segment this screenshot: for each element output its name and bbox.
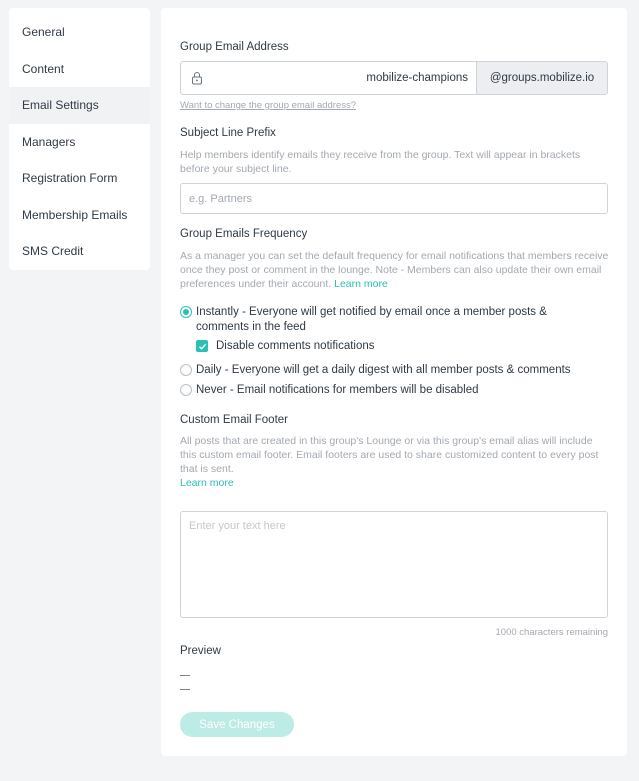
- sidebar-item-registration-form[interactable]: Registration Form: [9, 160, 150, 197]
- characters-remaining: 1000 characters remaining: [495, 627, 608, 638]
- group-email-value: mobilize-champions: [366, 72, 468, 84]
- subject-prefix-input[interactable]: [180, 183, 608, 214]
- group-email-domain: @groups.mobilize.io: [476, 62, 607, 94]
- preview-line: [180, 675, 190, 676]
- sidebar-item-membership-emails[interactable]: Membership Emails: [9, 197, 150, 234]
- change-email-link[interactable]: Want to change the group email address?: [180, 100, 356, 111]
- frequency-help-text: As a manager you can set the default fre…: [180, 250, 609, 290]
- sidebar-item-general[interactable]: General: [9, 14, 150, 51]
- footer-learn-more-link[interactable]: Learn more: [180, 476, 610, 490]
- disable-comments-checkbox[interactable]: [196, 340, 208, 352]
- settings-sidebar: General Content Email Settings Managers …: [9, 8, 150, 270]
- frequency-label: Group Emails Frequency: [180, 228, 308, 240]
- group-email-label: Group Email Address: [180, 41, 289, 53]
- lock-icon: [192, 72, 202, 85]
- custom-footer-textarea[interactable]: [180, 511, 608, 618]
- disable-comments-label: Disable comments notifications: [216, 340, 375, 352]
- frequency-option-instantly[interactable]: Instantly - Everyone will get notified b…: [180, 305, 600, 335]
- sidebar-item-sms-credit[interactable]: SMS Credit: [9, 233, 150, 270]
- sidebar-item-email-settings[interactable]: Email Settings: [9, 87, 150, 124]
- checkmark-icon: [198, 343, 206, 350]
- sidebar-item-content[interactable]: Content: [9, 51, 150, 88]
- frequency-help: As a manager you can set the default fre…: [180, 249, 610, 291]
- radio-daily[interactable]: [180, 364, 192, 376]
- subject-prefix-label: Subject Line Prefix: [180, 127, 276, 139]
- custom-footer-help: All posts that are created in this group…: [180, 435, 599, 475]
- disable-comments-option[interactable]: Disable comments notifications: [196, 340, 375, 352]
- preview-label: Preview: [180, 645, 221, 657]
- sidebar-item-managers[interactable]: Managers: [9, 124, 150, 161]
- preview-line: [180, 689, 190, 690]
- group-email-field: mobilize-champions @groups.mobilize.io: [180, 61, 608, 95]
- frequency-option-daily[interactable]: Daily - Everyone will get a daily digest…: [180, 363, 610, 378]
- custom-footer-label: Custom Email Footer: [180, 414, 289, 426]
- email-settings-panel: Group Email Address mobilize-champions @…: [161, 8, 627, 756]
- frequency-option-never[interactable]: Never - Email notifications for members …: [180, 383, 610, 398]
- radio-never[interactable]: [180, 384, 192, 396]
- radio-instantly[interactable]: [180, 306, 192, 318]
- radio-instantly-label: Instantly - Everyone will get notified b…: [196, 306, 547, 333]
- radio-never-label: Never - Email notifications for members …: [196, 384, 479, 396]
- save-changes-button[interactable]: Save Changes: [180, 712, 294, 737]
- subject-prefix-help: Help members identify emails they receiv…: [180, 149, 581, 175]
- group-email-input[interactable]: mobilize-champions: [181, 62, 476, 94]
- frequency-learn-more-link[interactable]: Learn more: [334, 278, 388, 290]
- radio-daily-label: Daily - Everyone will get a daily digest…: [196, 364, 571, 376]
